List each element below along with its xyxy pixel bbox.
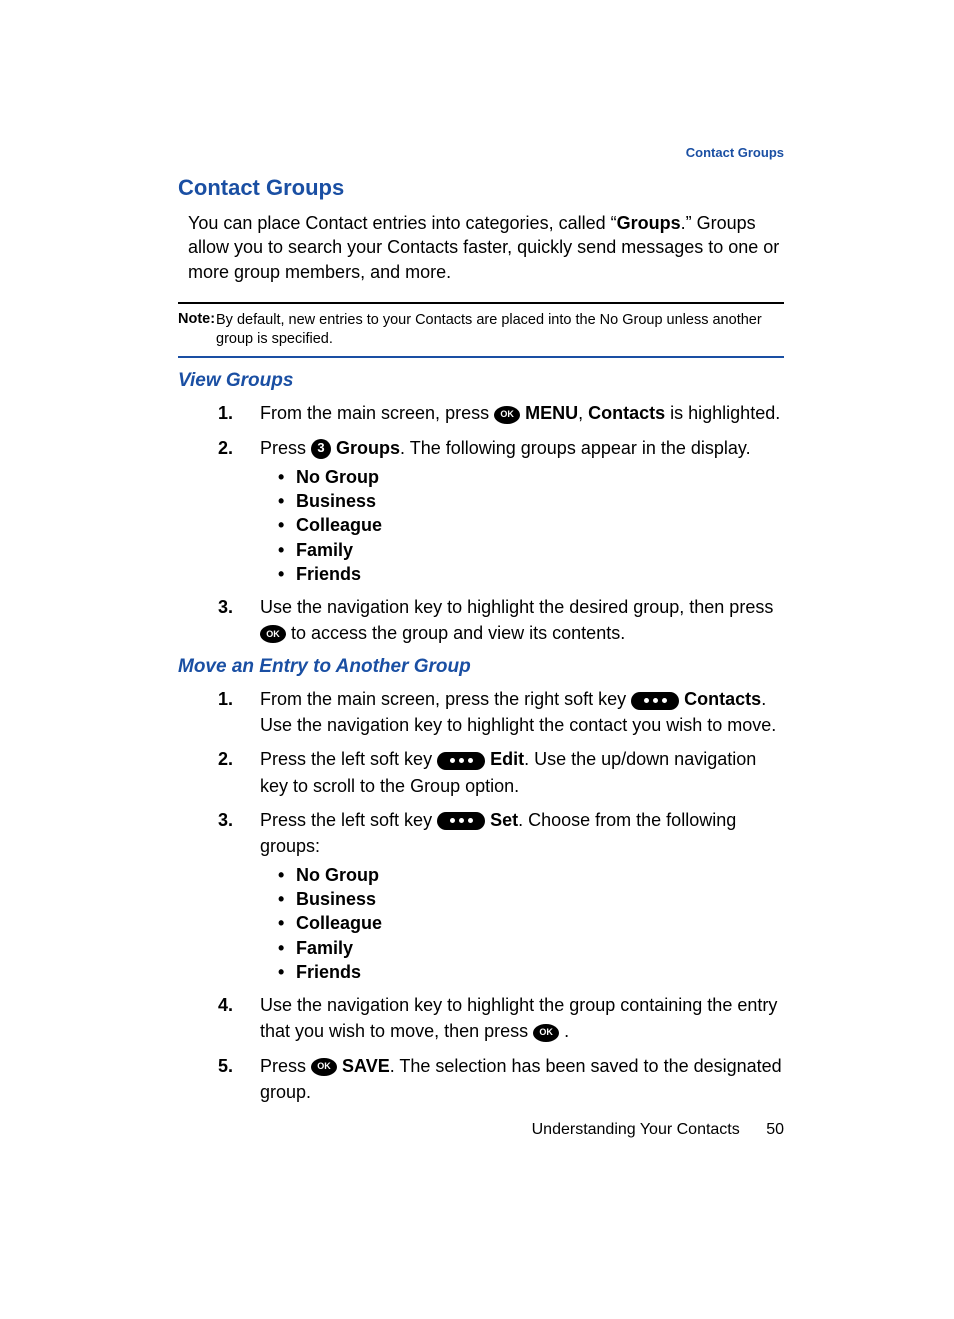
ok-icon: OK [533,1024,559,1042]
key-3-icon: 3 [311,439,331,459]
intro-paragraph: You can place Contact entries into categ… [188,211,784,284]
step-text: is highlighted. [665,403,780,423]
list-item: Friends [278,562,784,586]
list-item: Colleague [278,513,784,537]
note-text: By default, new entries to your Contacts… [216,311,784,349]
section-heading-contact-groups: Contact Groups [178,175,784,201]
set-label: Set [490,810,518,830]
contacts-label: Contacts [684,689,761,709]
step-text: , [578,403,588,423]
edit-label: Edit [490,749,524,769]
list-item: Business [278,489,784,513]
list-item: Family [278,538,784,562]
softkey-icon [437,752,485,770]
groups-label: Groups [336,438,400,458]
page-footer: Understanding Your Contacts 50 [532,1121,784,1139]
step-text: From the main screen, press the right so… [260,689,631,709]
list-item: Press the left soft key Edit. Use the up… [218,746,784,798]
chapter-title: Understanding Your Contacts [532,1121,740,1138]
list-item: Use the navigation key to highlight the … [218,992,784,1044]
softkey-icon [437,812,485,830]
ok-icon: OK [494,406,520,424]
save-label: SAVE [342,1056,390,1076]
list-item: From the main screen, press OK MENU, Con… [218,400,784,426]
list-item: Press OK SAVE. The selection has been sa… [218,1053,784,1105]
list-item: Press the left soft key Set. Choose from… [218,807,784,985]
ok-icon: OK [260,625,286,643]
intro-text-pre: You can place Contact entries into categ… [188,213,617,233]
step-text: Press the left soft key [260,810,437,830]
list-item: Family [278,936,784,960]
groups-list: No Group Business Colleague Family Frien… [278,863,784,984]
step-text: Press [260,1056,311,1076]
groups-list: No Group Business Colleague Family Frien… [278,465,784,586]
menu-label: MENU [525,403,578,423]
contacts-label: Contacts [588,403,665,423]
note-block: Note: By default, new entries to your Co… [178,302,784,359]
move-entry-steps: From the main screen, press the right so… [218,686,784,1104]
step-text: . The selection has been saved to the de… [260,1056,782,1102]
list-item: Use the navigation key to highlight the … [218,594,784,646]
list-item: Friends [278,960,784,984]
view-groups-steps: From the main screen, press OK MENU, Con… [218,400,784,646]
step-text: Use the navigation key to highlight the … [260,597,773,617]
list-item: No Group [278,465,784,489]
step-text: Press the left soft key [260,749,437,769]
softkey-icon [631,692,679,710]
ok-icon: OK [311,1058,337,1076]
step-text: Press [260,438,311,458]
document-page: Contact Groups Contact Groups You can pl… [0,0,954,1319]
list-item: No Group [278,863,784,887]
subsection-heading-move-entry: Move an Entry to Another Group [178,656,784,678]
list-item: Press 3 Groups. The following groups app… [218,435,784,587]
step-text: Use the navigation key to highlight the … [260,995,777,1041]
step-text: . The following groups appear in the dis… [400,438,751,458]
intro-bold-groups: Groups [617,213,681,233]
subsection-heading-view-groups: View Groups [178,370,784,392]
step-text: From the main screen, press [260,403,494,423]
list-item: From the main screen, press the right so… [218,686,784,738]
page-number: 50 [766,1121,784,1138]
list-item: Colleague [278,911,784,935]
list-item: Business [278,887,784,911]
header-breadcrumb: Contact Groups [686,145,784,160]
note-label: Note: [178,311,215,327]
step-text: . [564,1021,569,1041]
step-text: to access the group and view its content… [291,623,625,643]
